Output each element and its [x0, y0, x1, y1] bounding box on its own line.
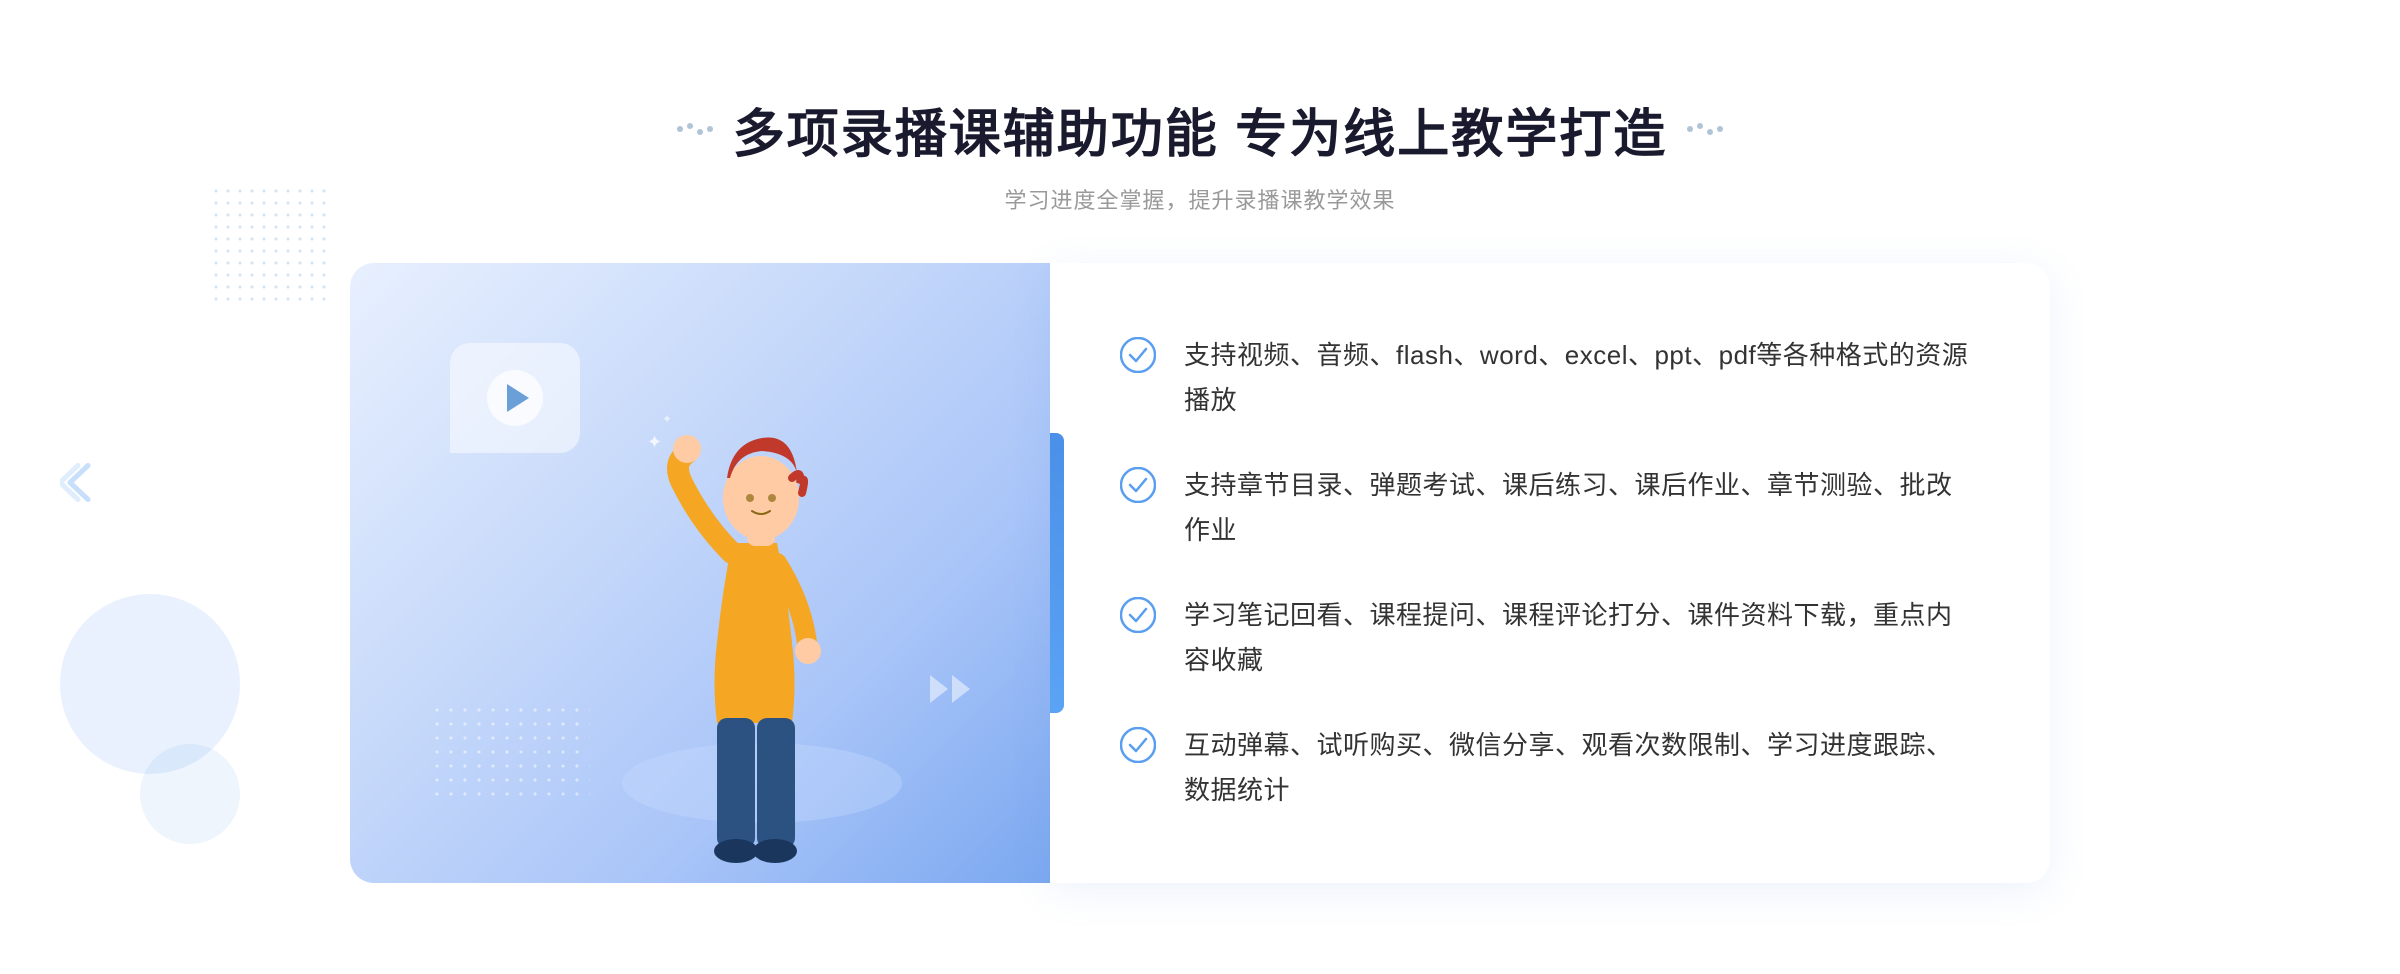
- svg-text:✦: ✦: [647, 432, 662, 452]
- feature-text-3: 学习笔记回看、课程提问、课程评论打分、课件资料下载，重点内容收藏: [1184, 593, 1970, 681]
- play-triangle: [507, 384, 529, 412]
- feature-item-3: 学习笔记回看、课程提问、课程评论打分、课件资料下载，重点内容收藏: [1120, 581, 1970, 693]
- subtitle-text: 学习进度全掌握，提升录播课教学效果: [677, 183, 1723, 215]
- check-icon-1: [1120, 337, 1156, 373]
- title-decorator-right: [1687, 123, 1723, 135]
- content-wrapper: ✦ ✦ 支持视频、音频、flash、word、excel、ppt、pdf等各种格…: [350, 263, 2050, 883]
- feature-item-4: 互动弹幕、试听购买、微信分享、观看次数限制、学习进度跟踪、数据统计: [1120, 711, 1970, 823]
- illustration-area: ✦ ✦: [350, 263, 1050, 883]
- feature-text-1: 支持视频、音频、flash、word、excel、ppt、pdf等各种格式的资源…: [1184, 333, 1970, 421]
- person-illustration: ✦ ✦: [592, 323, 952, 883]
- feature-item-2: 支持章节目录、弹题考试、课后练习、课后作业、章节测验、批改作业: [1120, 451, 1970, 563]
- svg-text:✦: ✦: [662, 412, 672, 426]
- feature-item-1: 支持视频、音频、flash、word、excel、ppt、pdf等各种格式的资源…: [1120, 321, 1970, 433]
- play-icon: [487, 370, 543, 426]
- title-decorator-left: [677, 123, 713, 135]
- ill-arrow-2: [952, 675, 970, 703]
- main-title-container: 多项录播课辅助功能 专为线上教学打造: [677, 92, 1723, 167]
- features-panel-wrapper: 支持视频、音频、flash、word、excel、ppt、pdf等各种格式的资源…: [1050, 263, 2050, 883]
- decorative-circle-1: [60, 594, 240, 774]
- dots-decoration-top-left: [210, 185, 330, 305]
- features-panel: 支持视频、音频、flash、word、excel、ppt、pdf等各种格式的资源…: [1050, 263, 2050, 883]
- left-arrow-decoration: [60, 458, 100, 517]
- decorative-circle-2: [140, 744, 240, 844]
- main-title-text: 多项录播课辅助功能 专为线上教学打造: [733, 92, 1667, 167]
- play-bubble: [450, 343, 580, 453]
- check-icon-2: [1120, 467, 1156, 503]
- check-icon-3: [1120, 597, 1156, 633]
- blue-bar-decoration: [1050, 433, 1064, 713]
- feature-text-2: 支持章节目录、弹题考试、课后练习、课后作业、章节测验、批改作业: [1184, 463, 1970, 551]
- header-section: 多项录播课辅助功能 专为线上教学打造 学习进度全掌握，提升录播课教学效果: [677, 92, 1723, 215]
- feature-text-4: 互动弹幕、试听购买、微信分享、观看次数限制、学习进度跟踪、数据统计: [1184, 723, 1970, 811]
- check-icon-4: [1120, 727, 1156, 763]
- illustration-dots: [430, 703, 590, 803]
